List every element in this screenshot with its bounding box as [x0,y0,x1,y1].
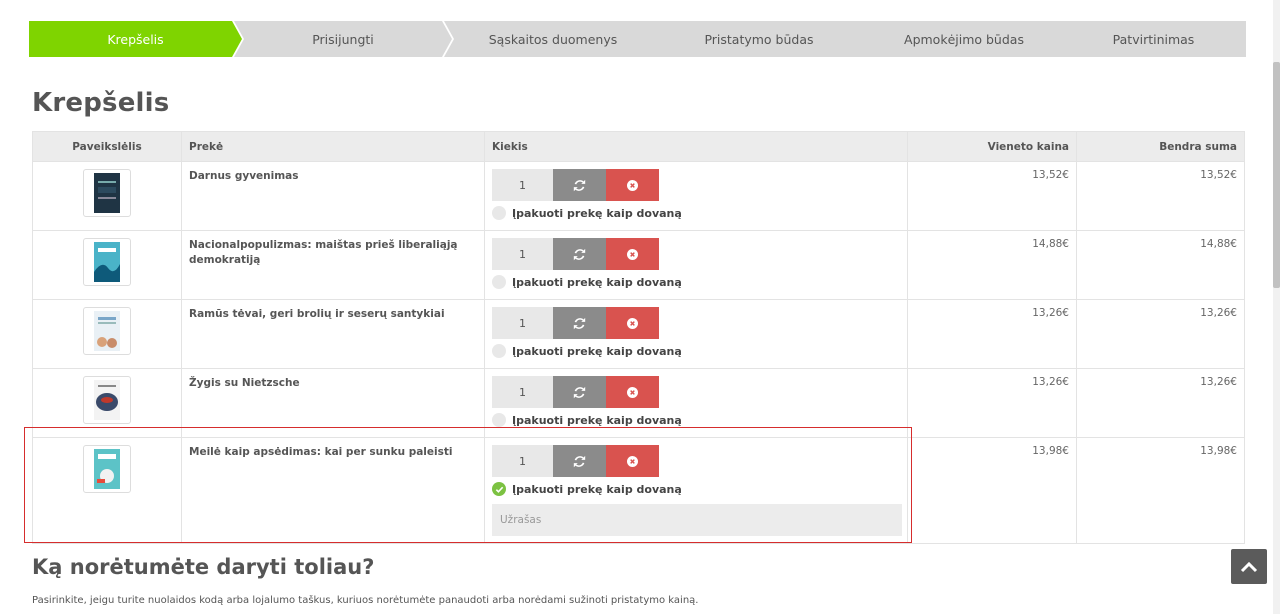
step-shipping[interactable]: Pristatymo būdas [650,21,868,57]
product-name[interactable]: Nacionalpopulizmas: maištas prieš libera… [189,238,477,268]
next-steps-title: Ką norėtumėte daryti toliau? [32,555,375,579]
step-label: Prisijungti [312,31,374,47]
update-quantity-button[interactable] [553,307,606,339]
product-thumbnail[interactable] [83,307,131,355]
unit-price: 13,26€ [907,368,1077,438]
product-name[interactable]: Ramūs tėvai, geri brolių ir seserų santy… [189,307,477,322]
product-thumbnail[interactable] [83,376,131,424]
next-steps-description: Pasirinkite, jeigu turite nuolaidos kodą… [32,595,699,606]
quantity-input[interactable] [492,307,553,339]
header-product: Prekė [181,131,485,162]
product-name[interactable]: Darnus gyvenimas [189,169,477,184]
step-billing[interactable]: Sąskaitos duomenys [444,21,662,57]
cart-table: Paveikslėlis Prekė Kiekis Vieneto kaina … [32,131,1245,544]
step-confirmation[interactable]: Patvirtinimas [1061,21,1246,57]
check-icon [495,486,503,493]
gift-wrap-radio[interactable] [492,482,506,496]
row-total: 14,88€ [1076,230,1245,300]
table-row: Darnus gyvenimas Įpakuoti prekę kaip dov… [32,161,1245,231]
remove-item-button[interactable] [606,376,659,408]
scroll-to-top-button[interactable] [1231,549,1267,584]
unit-price: 13,98€ [907,437,1077,544]
row-total: 13,26€ [1076,368,1245,438]
refresh-icon [573,455,586,467]
close-circle-icon [627,386,638,398]
header-total: Bendra suma [1076,131,1245,162]
chevron-up-icon [1240,561,1258,572]
product-name[interactable]: Žygis su Nietzsche [189,376,477,391]
quantity-input[interactable] [492,169,553,201]
table-header-row: Paveikslėlis Prekė Kiekis Vieneto kaina … [32,131,1245,162]
gift-wrap-option[interactable]: Įpakuoti prekę kaip dovaną [492,412,900,428]
step-label: Krepšelis [107,31,164,47]
remove-item-button[interactable] [606,445,659,477]
gift-wrap-option[interactable]: Įpakuoti prekę kaip dovaną [492,343,900,359]
quantity-input[interactable] [492,445,553,477]
step-label: Apmokėjimo būdas [904,31,1024,47]
product-name[interactable]: Meilė kaip apsėdimas: kai per sunku pale… [189,445,477,460]
gift-wrap-radio[interactable] [492,206,506,220]
checkout-steps: Krepšelis Prisijungti Sąskaitos duomenys… [29,21,1246,57]
update-quantity-button[interactable] [553,376,606,408]
table-row: Nacionalpopulizmas: maištas prieš libera… [32,230,1245,300]
gift-wrap-option[interactable]: Įpakuoti prekę kaip dovaną [492,205,900,221]
gift-wrap-radio[interactable] [492,275,506,289]
close-circle-icon [627,179,638,191]
row-total: 13,26€ [1076,299,1245,369]
row-total: 13,98€ [1076,437,1245,544]
header-image: Paveikslėlis [32,131,182,162]
remove-item-button[interactable] [606,238,659,270]
header-unit-price: Vieneto kaina [907,131,1077,162]
table-row: Meilė kaip apsėdimas: kai per sunku pale… [32,437,1245,544]
unit-price: 13,26€ [907,299,1077,369]
close-circle-icon [627,455,638,467]
table-row: Žygis su Nietzsche Įpakuoti prekę kaip d… [32,368,1245,438]
product-thumbnail[interactable] [83,445,131,493]
update-quantity-button[interactable] [553,445,606,477]
close-circle-icon [627,317,638,329]
step-login[interactable]: Prisijungti [234,21,452,57]
update-quantity-button[interactable] [553,169,606,201]
close-circle-icon [627,248,638,260]
step-label: Pristatymo būdas [704,31,814,47]
unit-price: 14,88€ [907,230,1077,300]
table-row: Ramūs tėvai, geri brolių ir seserų santy… [32,299,1245,369]
remove-item-button[interactable] [606,169,659,201]
gift-note-input[interactable] [492,504,902,536]
product-thumbnail[interactable] [83,238,131,286]
refresh-icon [573,248,586,260]
row-total: 13,52€ [1076,161,1245,231]
gift-wrap-label: Įpakuoti prekę kaip dovaną [512,482,682,496]
gift-wrap-label: Įpakuoti prekę kaip dovaną [512,344,682,358]
page-title: Krepšelis [32,88,170,118]
quantity-input[interactable] [492,376,553,408]
step-payment[interactable]: Apmokėjimo būdas [855,21,1073,57]
remove-item-button[interactable] [606,307,659,339]
update-quantity-button[interactable] [553,238,606,270]
product-thumbnail[interactable] [83,169,131,217]
scrollbar-track[interactable] [1273,0,1280,614]
refresh-icon [573,317,586,329]
gift-wrap-label: Įpakuoti prekę kaip dovaną [512,206,682,220]
gift-wrap-radio[interactable] [492,413,506,427]
gift-wrap-radio[interactable] [492,344,506,358]
quantity-input[interactable] [492,238,553,270]
header-quantity: Kiekis [484,131,908,162]
gift-wrap-option[interactable]: Įpakuoti prekę kaip dovaną [492,274,900,290]
refresh-icon [573,179,586,191]
gift-wrap-label: Įpakuoti prekę kaip dovaną [512,275,682,289]
gift-wrap-label: Įpakuoti prekę kaip dovaną [512,413,682,427]
step-label: Sąskaitos duomenys [488,31,618,47]
refresh-icon [573,386,586,398]
step-cart[interactable]: Krepšelis [29,21,242,57]
gift-wrap-option[interactable]: Įpakuoti prekę kaip dovaną [492,481,900,497]
unit-price: 13,52€ [907,161,1077,231]
step-label: Patvirtinimas [1112,31,1195,47]
scrollbar-thumb[interactable] [1273,62,1280,288]
